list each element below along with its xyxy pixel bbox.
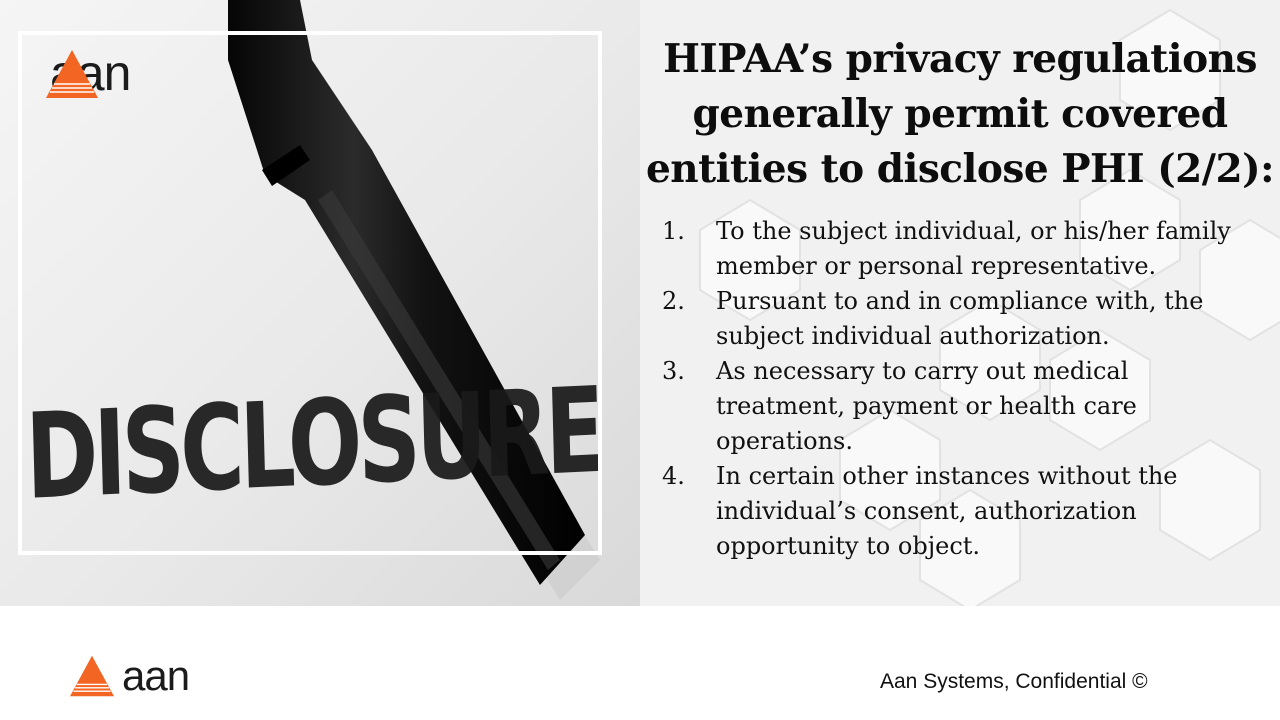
footer-logo: aan (68, 652, 190, 699)
orange-triangle-logo-icon (70, 655, 114, 697)
list-item-text: To the subject individual, or his/her fa… (716, 217, 1231, 280)
list-item: 3. As necessary to carry out medical tre… (662, 354, 1262, 459)
list-item-number: 4. (662, 462, 685, 490)
orange-triangle-logo-icon (46, 50, 98, 98)
list-item-text: In certain other instances without the i… (716, 462, 1178, 560)
list-item: 4. In certain other instances without th… (662, 459, 1262, 564)
list-item: 1. To the subject individual, or his/her… (662, 214, 1262, 284)
photo-logo: aan (44, 48, 131, 98)
content-band: DISCLOSURE aan HIPAA’s privacy regulatio… (0, 0, 1280, 606)
list-item-number: 1. (662, 217, 685, 245)
list-item: 2. Pursuant to and in compliance with, t… (662, 284, 1262, 354)
points-list: 1. To the subject individual, or his/her… (662, 214, 1262, 564)
text-panel: HIPAA’s privacy regulations generally pe… (640, 0, 1280, 606)
slide: DISCLOSURE aan HIPAA’s privacy regulatio… (0, 0, 1280, 720)
disclosure-photo: DISCLOSURE aan (0, 0, 640, 606)
footer-logo-text: aan (122, 652, 190, 699)
list-item-text: As necessary to carry out medical treatm… (716, 357, 1137, 455)
list-item-text: Pursuant to and in compliance with, the … (716, 287, 1204, 350)
confidential-notice: Aan Systems, Confidential © (880, 670, 1148, 693)
list-item-number: 3. (662, 357, 685, 385)
photo-frame (18, 31, 602, 555)
list-item-number: 2. (662, 287, 685, 315)
slide-title: HIPAA’s privacy regulations generally pe… (645, 36, 1275, 192)
